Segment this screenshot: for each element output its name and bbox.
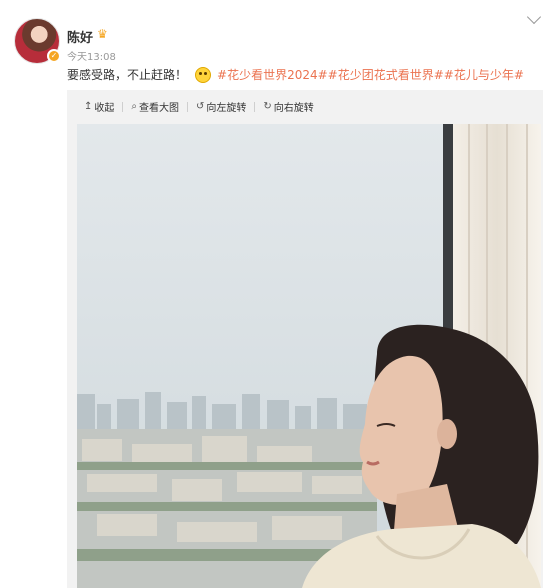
post-text: 要感受路，不止赶路！ #花少看世界2024##花少团花式看世界##花儿与少年# [67, 66, 524, 83]
photo-illustration [77, 124, 541, 588]
rotate-right-icon: ↻ [263, 101, 272, 112]
rotate-left-button[interactable]: ↺ 向左旋转 [196, 99, 246, 114]
user-name[interactable]: 陈好 [67, 27, 93, 46]
view-large-button[interactable]: ⌕ 查看大图 [131, 99, 179, 114]
chevron-down-icon[interactable] [526, 9, 542, 25]
collapse-label: 收起 [94, 103, 115, 114]
toolbar-divider [187, 101, 188, 112]
collapse-button[interactable]: ↥ 收起 [84, 99, 114, 114]
post-body: 要感受路，不止赶路！ [67, 68, 188, 82]
crown-icon: ♛ [97, 27, 108, 41]
image-toolbar: ↥ 收起 ⌕ 查看大图 ↺ 向左旋转 ↻ 向右旋转 [67, 90, 543, 123]
rotate-left-label: 向左旋转 [206, 103, 247, 114]
toolbar-divider [122, 101, 124, 112]
rotate-left-icon: ↺ [196, 101, 205, 112]
toolbar-divider [254, 101, 256, 112]
arrow-up-icon: ↥ [84, 101, 93, 112]
avatar[interactable]: ✓ [14, 18, 61, 64]
rotate-right-label: 向右旋转 [273, 103, 314, 114]
post-time[interactable]: 今天13:08 [67, 48, 116, 63]
rotate-right-button[interactable]: ↻ 向右旋转 [263, 99, 313, 114]
magnifier-icon: ⌕ [131, 101, 137, 112]
media-panel: ↥ 收起 ⌕ 查看大图 ↺ 向左旋转 ↻ 向右旋转 [67, 90, 543, 588]
emoji-icon [195, 66, 212, 83]
verified-badge-icon: ✓ [47, 49, 61, 63]
view-large-label: 查看大图 [139, 103, 179, 114]
hashtag-links[interactable]: #花少看世界2024##花少团花式看世界##花儿与少年# [217, 66, 524, 83]
post-photo[interactable] [77, 124, 541, 588]
